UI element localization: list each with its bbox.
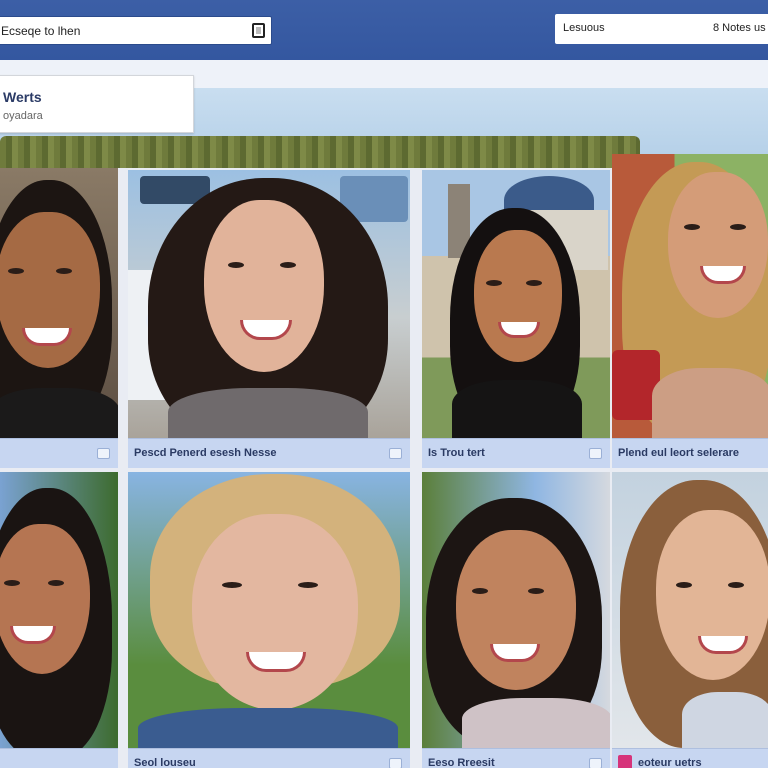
photo-card-1[interactable] [0,168,118,468]
account-link-left[interactable]: Lesuous [563,22,605,34]
photo-card-6[interactable]: Seol louseu [128,472,410,768]
badge-icon [618,755,632,768]
photo-6[interactable] [128,472,410,748]
photo-caption-bar: Plend eul leort selerare [612,438,768,468]
photo-action-icon[interactable] [589,448,602,459]
photo-4[interactable] [612,154,768,438]
search-icon[interactable] [252,23,265,38]
account-box[interactable]: Lesuous 8 Notes us [555,14,768,44]
photo-8[interactable] [612,472,768,748]
photo-caption-bar: Pescd Penerd esesh Nesse [128,438,410,468]
photo-1[interactable] [0,168,118,438]
photo-caption: Is Trou tert [428,447,485,459]
photo-action-icon[interactable] [589,758,602,768]
photo-card-8[interactable]: eoteur uetrs [612,472,768,768]
photo-caption: Eeso Rreesit [428,757,495,768]
photo-grid: Pescd Penerd esesh Nesse Is Trou tert Pl… [0,154,768,768]
photo-caption-bar: Is Trou tert [422,438,610,468]
account-link-right[interactable]: 8 Notes us [713,22,766,34]
top-bar: Ecseqe to lhen Lesuous 8 Notes us [0,0,768,60]
search-input[interactable]: Ecseqe to lhen [1,24,80,38]
photo-card-3[interactable]: Is Trou tert [422,170,610,468]
photo-2[interactable] [128,170,410,438]
photo-caption: Pescd Penerd esesh Nesse [134,447,277,459]
photo-caption-bar [0,438,118,468]
photo-caption-bar: eoteur uetrs [612,748,768,768]
photo-card-5[interactable] [0,472,118,768]
photo-card-4[interactable]: Plend eul leort selerare [612,154,768,468]
photo-action-icon[interactable] [389,758,402,768]
photo-caption: Plend eul leort selerare [618,447,740,459]
photo-caption-bar: Seol louseu [128,748,410,768]
photo-7[interactable] [422,472,610,748]
photo-card-2[interactable]: Pescd Penerd esesh Nesse [128,170,410,468]
photo-action-icon[interactable] [389,448,402,459]
photo-card-7[interactable]: Eeso Rreesit [422,472,610,768]
photo-5[interactable] [0,472,118,748]
photo-action-icon[interactable] [97,448,110,459]
photo-3[interactable] [422,170,610,438]
photo-caption-bar [0,748,118,768]
search-box[interactable]: Ecseqe to lhen [0,16,272,45]
photo-caption: Seol louseu [134,757,196,768]
profile-subtitle: oyadara [3,110,43,122]
photo-caption: eoteur uetrs [638,757,702,768]
profile-name[interactable]: Werts [3,89,42,105]
profile-card[interactable]: Werts oyadara [0,75,194,133]
photo-caption-bar: Eeso Rreesit [422,748,610,768]
cover-hedge [0,136,640,170]
